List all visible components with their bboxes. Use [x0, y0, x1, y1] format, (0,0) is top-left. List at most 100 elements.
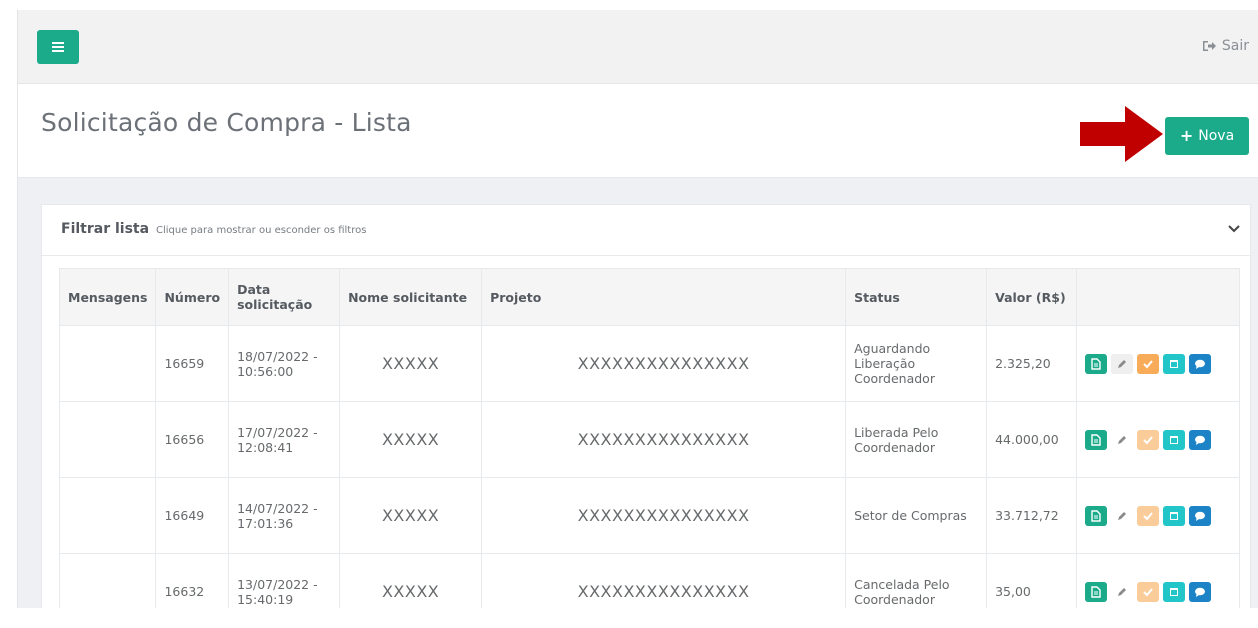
view-document-button[interactable] — [1085, 505, 1108, 526]
calendar-icon — [1170, 359, 1179, 368]
cell-status: Aguardando Liberação Coordenador — [845, 325, 988, 402]
file-icon — [1091, 509, 1101, 522]
cell-actions — [1076, 325, 1241, 402]
cell-numero: 16649 — [155, 477, 230, 554]
col-actions — [1076, 268, 1241, 326]
cell-valor: 44.000,00 — [986, 401, 1078, 478]
cell-numero: 16659 — [155, 325, 230, 402]
cell-mensagens — [58, 401, 157, 478]
plus-icon: + — [1179, 126, 1194, 145]
view-document-button[interactable] — [1085, 581, 1108, 602]
calendar-button[interactable] — [1163, 429, 1186, 450]
message-button[interactable] — [1189, 505, 1212, 526]
calendar-button[interactable] — [1163, 581, 1186, 602]
menu-icon — [52, 42, 64, 52]
edit-button[interactable] — [1111, 581, 1134, 602]
file-icon — [1091, 357, 1101, 370]
check-icon — [1143, 435, 1153, 444]
table-row: 16659 18/07/2022 - 10:56:00 XXXXX XXXXXX… — [58, 325, 1241, 402]
message-button[interactable] — [1189, 429, 1212, 450]
col-data[interactable]: Data solicitação — [228, 268, 341, 326]
table-row: 16632 13/07/2022 - 15:40:19 XXXXX XXXXXX… — [58, 553, 1241, 608]
comment-icon — [1195, 511, 1206, 521]
approve-button[interactable] — [1137, 429, 1160, 450]
check-icon — [1143, 359, 1153, 368]
cell-projeto: XXXXXXXXXXXXXXX — [481, 553, 847, 608]
pencil-icon — [1118, 587, 1127, 596]
edit-button[interactable] — [1111, 505, 1134, 526]
cell-data: 18/07/2022 - 10:56:00 — [228, 325, 341, 402]
cell-data: 14/07/2022 - 17:01:36 — [228, 477, 341, 554]
cell-valor: 2.325,20 — [986, 325, 1078, 402]
new-request-label: Nova — [1198, 128, 1235, 144]
approve-button[interactable] — [1137, 581, 1160, 602]
filter-header[interactable]: Filtrar lista Clique para mostrar ou esc… — [42, 205, 1250, 256]
pencil-icon — [1118, 511, 1127, 520]
pencil-icon — [1118, 435, 1127, 444]
cell-nome: XXXXX — [339, 401, 483, 478]
edit-button[interactable] — [1111, 353, 1134, 374]
top-navbar: Sair — [18, 10, 1258, 84]
logout-link[interactable]: Sair — [1202, 38, 1249, 54]
calendar-button[interactable] — [1163, 505, 1186, 526]
cell-numero: 16632 — [155, 553, 230, 608]
table-row: 16656 17/07/2022 - 12:08:41 XXXXX XXXXXX… — [58, 401, 1241, 478]
file-icon — [1091, 585, 1101, 598]
red-arrow-annotation — [1080, 106, 1163, 162]
requests-table: Mensagens Número Data solicitação Nome s… — [58, 268, 1241, 608]
filter-title: Filtrar lista — [61, 221, 150, 237]
cell-valor: 33.712,72 — [986, 477, 1078, 554]
view-document-button[interactable] — [1085, 353, 1108, 374]
cell-status: Setor de Compras — [845, 477, 988, 554]
cell-actions — [1076, 553, 1241, 608]
calendar-icon — [1170, 435, 1179, 444]
cell-status: Cancelada Pelo Coordenador — [845, 553, 988, 608]
calendar-icon — [1170, 511, 1179, 520]
sign-out-icon — [1202, 41, 1216, 51]
table-header-row: Mensagens Número Data solicitação Nome s… — [58, 268, 1241, 326]
cell-projeto: XXXXXXXXXXXXXXX — [481, 401, 847, 478]
cell-numero: 16656 — [155, 401, 230, 478]
approve-button[interactable] — [1137, 353, 1160, 374]
logout-label: Sair — [1221, 38, 1249, 54]
col-projeto[interactable]: Projeto — [481, 268, 847, 326]
cell-status: Liberada Pelo Coordenador — [845, 401, 988, 478]
cell-projeto: XXXXXXXXXXXXXXX — [481, 477, 847, 554]
cell-nome: XXXXX — [339, 477, 483, 554]
calendar-icon — [1170, 587, 1179, 596]
check-icon — [1143, 587, 1153, 596]
file-icon — [1091, 433, 1101, 446]
edit-button[interactable] — [1111, 429, 1134, 450]
page-heading-area: Solicitação de Compra - Lista + Nova — [18, 84, 1258, 178]
cell-mensagens — [58, 553, 157, 608]
list-panel: Filtrar lista Clique para mostrar ou esc… — [41, 204, 1251, 608]
col-mensagens[interactable]: Mensagens — [58, 268, 157, 326]
table-row: 16649 14/07/2022 - 17:01:36 XXXXX XXXXXX… — [58, 477, 1241, 554]
cell-actions — [1076, 477, 1241, 554]
comment-icon — [1195, 359, 1206, 369]
cell-actions — [1076, 401, 1241, 478]
col-numero[interactable]: Número — [155, 268, 230, 326]
message-button[interactable] — [1189, 353, 1212, 374]
new-request-button[interactable]: + Nova — [1165, 117, 1249, 155]
col-status[interactable]: Status — [845, 268, 988, 326]
cell-valor: 35,00 — [986, 553, 1078, 608]
chevron-down-icon[interactable] — [1228, 225, 1240, 233]
message-button[interactable] — [1189, 581, 1212, 602]
cell-data: 13/07/2022 - 15:40:19 — [228, 553, 341, 608]
cell-mensagens — [58, 325, 157, 402]
cell-nome: XXXXX — [339, 325, 483, 402]
approve-button[interactable] — [1137, 505, 1160, 526]
cell-data: 17/07/2022 - 12:08:41 — [228, 401, 341, 478]
cell-projeto: XXXXXXXXXXXXXXX — [481, 325, 847, 402]
col-valor[interactable]: Valor (R$) — [986, 268, 1078, 326]
calendar-button[interactable] — [1163, 353, 1186, 374]
comment-icon — [1195, 587, 1206, 597]
col-nome[interactable]: Nome solicitante — [339, 268, 483, 326]
menu-toggle-button[interactable] — [37, 30, 79, 64]
view-document-button[interactable] — [1085, 429, 1108, 450]
pencil-icon — [1118, 359, 1127, 368]
filter-subtitle: Clique para mostrar ou esconder os filtr… — [156, 225, 367, 236]
comment-icon — [1195, 435, 1206, 445]
app-window: Sair Solicitação de Compra - Lista + Nov… — [17, 10, 1258, 608]
